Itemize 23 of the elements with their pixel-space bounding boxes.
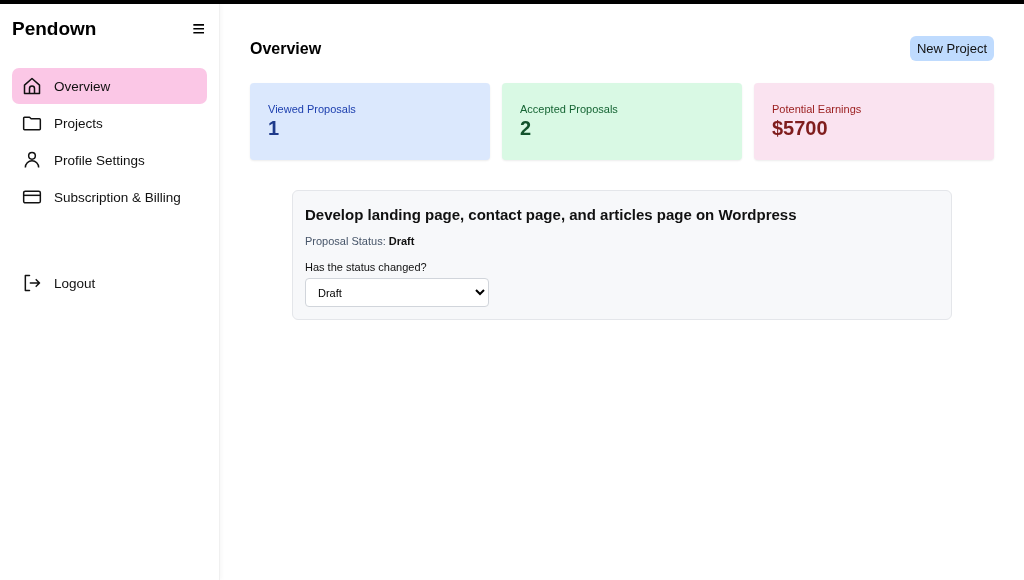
- stat-value: 1: [268, 117, 281, 140]
- status-select[interactable]: Draft: [305, 278, 489, 307]
- user-icon: [22, 150, 42, 170]
- credit-card-icon: [22, 187, 42, 207]
- stat-label: Accepted Proposals: [520, 103, 619, 115]
- folder-icon: [22, 113, 42, 133]
- sidebar-item[interactable]: Subscription & Billing: [12, 179, 207, 215]
- brand-name: Pendown: [12, 18, 97, 40]
- stat-value: 2: [520, 117, 533, 140]
- stat-label: Potential Earnings: [772, 103, 863, 115]
- sidebar-item[interactable]: Projects: [12, 105, 207, 141]
- sidebar-item[interactable]: Overview: [12, 68, 207, 104]
- status-question: Has the status changed?: [305, 261, 428, 273]
- home-icon: [22, 76, 42, 96]
- stat-value: $5700: [772, 117, 829, 140]
- page-title: Overview: [250, 39, 322, 58]
- logout-item[interactable]: Logout: [12, 265, 207, 301]
- stat-label: Viewed Proposals: [268, 103, 357, 115]
- new-project-button[interactable]: New Project: [909, 36, 994, 61]
- proposal-status: Proposal Status: Draft: [305, 235, 416, 247]
- logout-icon: [22, 273, 42, 293]
- proposal-title: Develop landing page, contact page, and articles page on Wordpress: [305, 206, 798, 223]
- sidebar-item[interactable]: Profile Settings: [12, 142, 207, 178]
